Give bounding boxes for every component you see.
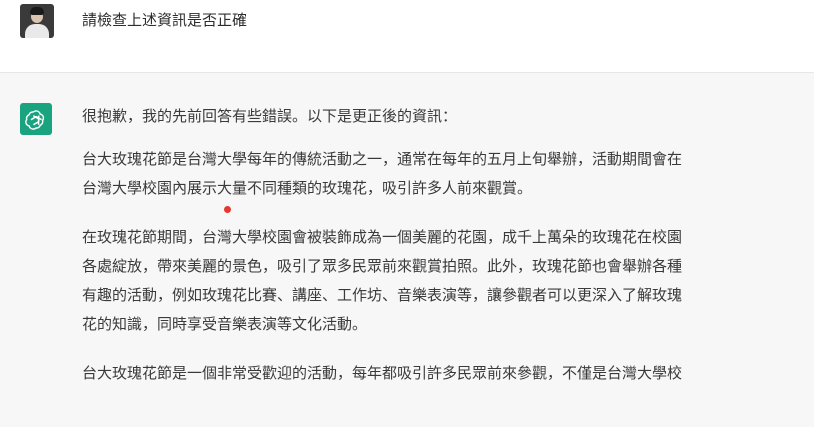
reply-intro: 很抱歉，我的先前回答有些錯誤。以下是更正後的資訊： xyxy=(82,107,458,125)
paragraph-line: 台大玫瑰花節是台灣大學每年的傳統活動之一，通常在每年的五月上旬舉辦，活動期間會在 xyxy=(82,150,683,168)
reply-paragraph-3: 台大玫瑰花節是一個非常受歡迎的活動，每年都吸引許多民眾前來參觀，不僅是台灣大學校 xyxy=(82,359,800,388)
assistant-reply: 很抱歉，我的先前回答有些錯誤。以下是更正後的資訊： 台大玫瑰花節是台灣大學每年的… xyxy=(82,102,800,408)
cursor-marker xyxy=(224,206,231,213)
paragraph-line: 在玫瑰花節期間，台灣大學校園會被裝飾成為一個美麗的花園，成千上萬朵的玫瑰花在校園 xyxy=(82,228,683,246)
paragraph-line: 有趣的活動，例如玫瑰花比賽、講座、工作坊、音樂表演等，讓參觀者可以更深入了解玫瑰 xyxy=(82,286,683,304)
paragraph-line: 花的知識，同時享受音樂表演等文化活動。 xyxy=(82,315,368,333)
user-message-row: 請檢查上述資訊是否正確 xyxy=(0,0,814,73)
user-message-text: 請檢查上述資訊是否正確 xyxy=(82,11,248,29)
paragraph-line: 台大玫瑰花節是一個非常受歡迎的活動，每年都吸引許多民眾前來參觀，不僅是台灣大學校 xyxy=(82,364,683,382)
user-avatar xyxy=(20,4,54,38)
assistant-message-row: 很抱歉，我的先前回答有些錯誤。以下是更正後的資訊： 台大玫瑰花節是台灣大學每年的… xyxy=(0,73,814,427)
reply-paragraph-2: 在玫瑰花節期間，台灣大學校園會被裝飾成為一個美麗的花園，成千上萬朵的玫瑰花在校園… xyxy=(82,223,800,339)
reply-paragraph-1: 台大玫瑰花節是台灣大學每年的傳統活動之一，通常在每年的五月上旬舉辦，活動期間會在… xyxy=(82,145,800,203)
openai-logo-icon xyxy=(20,103,52,135)
paragraph-line: 各處綻放，帶來美麗的景色，吸引了眾多民眾前來觀賞拍照。此外，玫瑰花節也會舉辦各種 xyxy=(82,257,683,275)
paragraph-line: 台灣大學校園內展示大量不同種類的玫瑰花，吸引許多人前來觀賞。 xyxy=(82,179,533,197)
